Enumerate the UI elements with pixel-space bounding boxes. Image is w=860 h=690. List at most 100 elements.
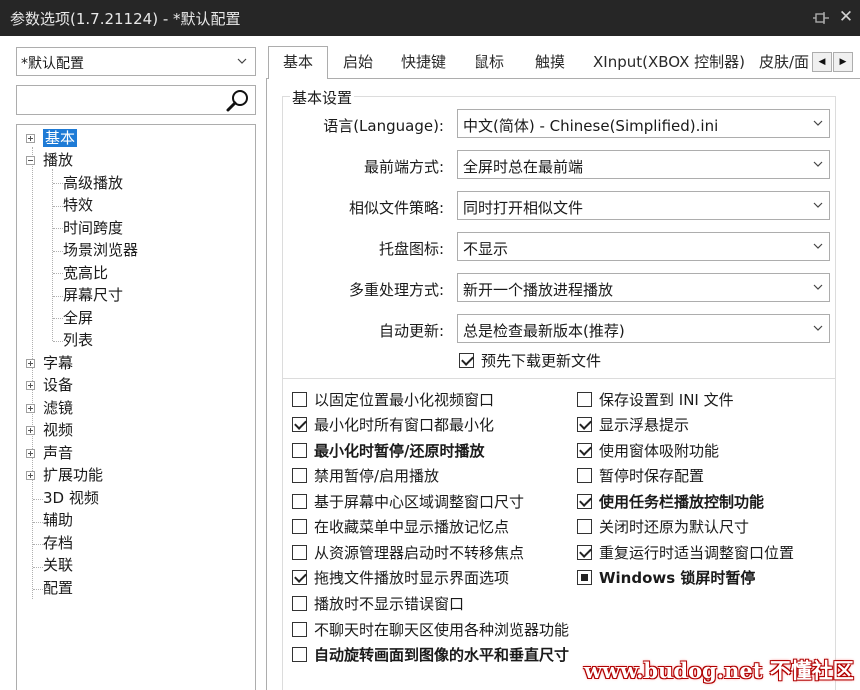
tree-item-filters[interactable]: 滤镜 — [26, 398, 73, 419]
tree-item-archive[interactable]: 存档 — [43, 533, 73, 554]
option-checkbox[interactable]: 拖拽文件播放时显示界面选项 — [292, 568, 509, 588]
tab-startup[interactable]: 启始 — [343, 50, 373, 78]
tree-item-playback[interactable]: 播放 — [26, 150, 73, 171]
preset-value: *默认配置 — [21, 56, 84, 72]
checkbox-box[interactable] — [292, 392, 307, 407]
topmost-select[interactable]: 全屏时总在最前端 — [457, 150, 830, 179]
expand-icon[interactable] — [26, 449, 35, 458]
language-label: 语言(Language): — [323, 117, 444, 135]
option-checkbox[interactable]: 最小化时所有窗口都最小化 — [292, 415, 494, 435]
tree-item-associations[interactable]: 关联 — [43, 555, 73, 576]
tree-item-scene-browser[interactable]: 场景浏览器 — [63, 240, 138, 261]
tab-xinput[interactable]: XInput(XBOX 控制器) — [593, 50, 745, 78]
checkbox-label: 使用窗体吸附功能 — [599, 442, 720, 460]
checkbox-box[interactable] — [292, 417, 307, 432]
checkbox-box[interactable] — [577, 417, 592, 432]
option-checkbox[interactable]: 以固定位置最小化视频窗口 — [292, 390, 494, 410]
checkbox-box[interactable] — [292, 570, 307, 585]
checkbox-box[interactable] — [292, 596, 307, 611]
checkbox-box[interactable] — [292, 468, 307, 483]
checkbox-box[interactable] — [577, 494, 592, 509]
option-checkbox[interactable]: 最小化时暂停/还原时播放 — [292, 441, 484, 461]
tab-scroll-left-icon[interactable]: ◀ — [812, 52, 832, 72]
tab-basic[interactable]: 基本 — [268, 46, 329, 79]
multi-process-select[interactable]: 新开一个播放进程播放 — [457, 273, 830, 302]
language-select[interactable]: 中文(简体) - Chinese(Simplified).ini — [457, 109, 830, 138]
tree-item-config[interactable]: 配置 — [43, 578, 73, 599]
option-checkbox[interactable]: 不聊天时在聊天区使用各种浏览器功能 — [292, 620, 569, 640]
search-input[interactable] — [16, 85, 256, 115]
option-checkbox[interactable]: 禁用暂停/启用播放 — [292, 466, 439, 486]
tree-item-aspect-ratio[interactable]: 宽高比 — [63, 263, 108, 284]
expand-icon[interactable] — [26, 381, 35, 390]
option-checkbox[interactable]: 显示浮悬提示 — [577, 415, 689, 435]
checkbox-box[interactable] — [577, 570, 592, 585]
option-checkbox[interactable]: 关闭时还原为默认尺寸 — [577, 517, 749, 537]
chevron-down-icon — [813, 202, 823, 208]
tree-item-time-span[interactable]: 时间跨度 — [63, 218, 123, 239]
tree-item-advanced-playback[interactable]: 高级播放 — [63, 173, 123, 194]
tree-item-extensions[interactable]: 扩展功能 — [26, 465, 103, 486]
tab-scroll-right-icon[interactable]: ▶ — [833, 52, 853, 72]
tree-item-3d-video[interactable]: 3D 视频 — [43, 488, 99, 509]
checkbox-box[interactable] — [577, 545, 592, 560]
close-icon[interactable]: ✕ — [838, 8, 854, 26]
preset-select[interactable]: *默认配置 — [16, 47, 256, 76]
option-checkbox[interactable]: 从资源管理器启动时不转移焦点 — [292, 543, 524, 563]
checkbox-box[interactable] — [577, 443, 592, 458]
tree-connector — [33, 589, 43, 590]
expand-icon[interactable] — [26, 359, 35, 368]
predownload-checkbox[interactable]: 预先下载更新文件 — [459, 351, 601, 371]
checkbox-box[interactable] — [292, 622, 307, 637]
option-checkbox[interactable]: 自动旋转画面到图像的水平和垂直尺寸 — [292, 645, 569, 665]
option-checkbox[interactable]: 保存设置到 INI 文件 — [577, 390, 734, 410]
tray-icon-select[interactable]: 不显示 — [457, 232, 830, 261]
expand-icon[interactable] — [26, 471, 35, 480]
tree-item-audio[interactable]: 声音 — [26, 443, 73, 464]
option-checkbox[interactable]: 使用窗体吸附功能 — [577, 441, 719, 461]
auto-update-select[interactable]: 总是检查最新版本(推荐) — [457, 314, 830, 343]
collapse-icon[interactable] — [26, 156, 35, 165]
checkbox-box[interactable] — [292, 647, 307, 662]
checkbox-box[interactable] — [459, 353, 474, 368]
option-checkbox[interactable]: 使用任务栏播放控制功能 — [577, 492, 764, 512]
option-checkbox[interactable]: 播放时不显示错误窗口 — [292, 594, 464, 614]
option-checkbox[interactable]: 重复运行时适当调整窗口位置 — [577, 543, 794, 563]
tab-skin[interactable]: 皮肤/面 — [759, 50, 811, 78]
tree-item-devices[interactable]: 设备 — [26, 375, 73, 396]
tree-item-subtitles[interactable]: 字幕 — [26, 353, 73, 374]
option-checkbox[interactable]: 在收藏菜单中显示播放记忆点 — [292, 517, 509, 537]
tree-connector — [53, 318, 63, 319]
checkbox-box[interactable] — [292, 443, 307, 458]
tree-item-assist[interactable]: 辅助 — [43, 510, 73, 531]
settings-tree: 基本 播放 高级播放 特效 时间跨度 场景浏览器 宽高比 屏幕尺寸 全屏 列表 … — [16, 124, 256, 690]
tab-touch[interactable]: 触摸 — [535, 50, 565, 78]
tree-item-video[interactable]: 视频 — [26, 420, 73, 441]
checkbox-box[interactable] — [577, 468, 592, 483]
checkbox-box[interactable] — [577, 392, 592, 407]
checkbox-box[interactable] — [577, 519, 592, 534]
search-icon[interactable] — [225, 88, 251, 114]
tab-shortcuts[interactable]: 快捷键 — [401, 50, 446, 78]
tree-connector — [53, 251, 63, 252]
pin-icon[interactable] — [812, 9, 830, 27]
tree-item-effects[interactable]: 特效 — [63, 195, 93, 216]
tree-item-screen-size[interactable]: 屏幕尺寸 — [63, 285, 123, 306]
option-checkbox[interactable]: 基于屏幕中心区域调整窗口尺寸 — [292, 492, 524, 512]
tree-item-fullscreen[interactable]: 全屏 — [63, 308, 93, 329]
checkbox-box[interactable] — [292, 545, 307, 560]
expand-icon[interactable] — [26, 426, 35, 435]
tab-mouse[interactable]: 鼠标 — [474, 50, 504, 78]
expand-icon[interactable] — [26, 134, 35, 143]
checkbox-box[interactable] — [292, 519, 307, 534]
tree-connector — [52, 169, 53, 341]
tree-item-list[interactable]: 列表 — [63, 330, 93, 351]
tray-icon-value: 不显示 — [463, 240, 509, 258]
expand-icon[interactable] — [26, 404, 35, 413]
option-checkbox[interactable]: 暂停时保存配置 — [577, 466, 704, 486]
similar-files-select[interactable]: 同时打开相似文件 — [457, 191, 830, 220]
checkbox-box[interactable] — [292, 494, 307, 509]
option-checkbox[interactable]: Windows 锁屏时暂停 — [577, 568, 755, 588]
tree-item-basic[interactable]: 基本 — [26, 128, 78, 149]
checkbox-label: 自动旋转画面到图像的水平和垂直尺寸 — [314, 646, 570, 664]
